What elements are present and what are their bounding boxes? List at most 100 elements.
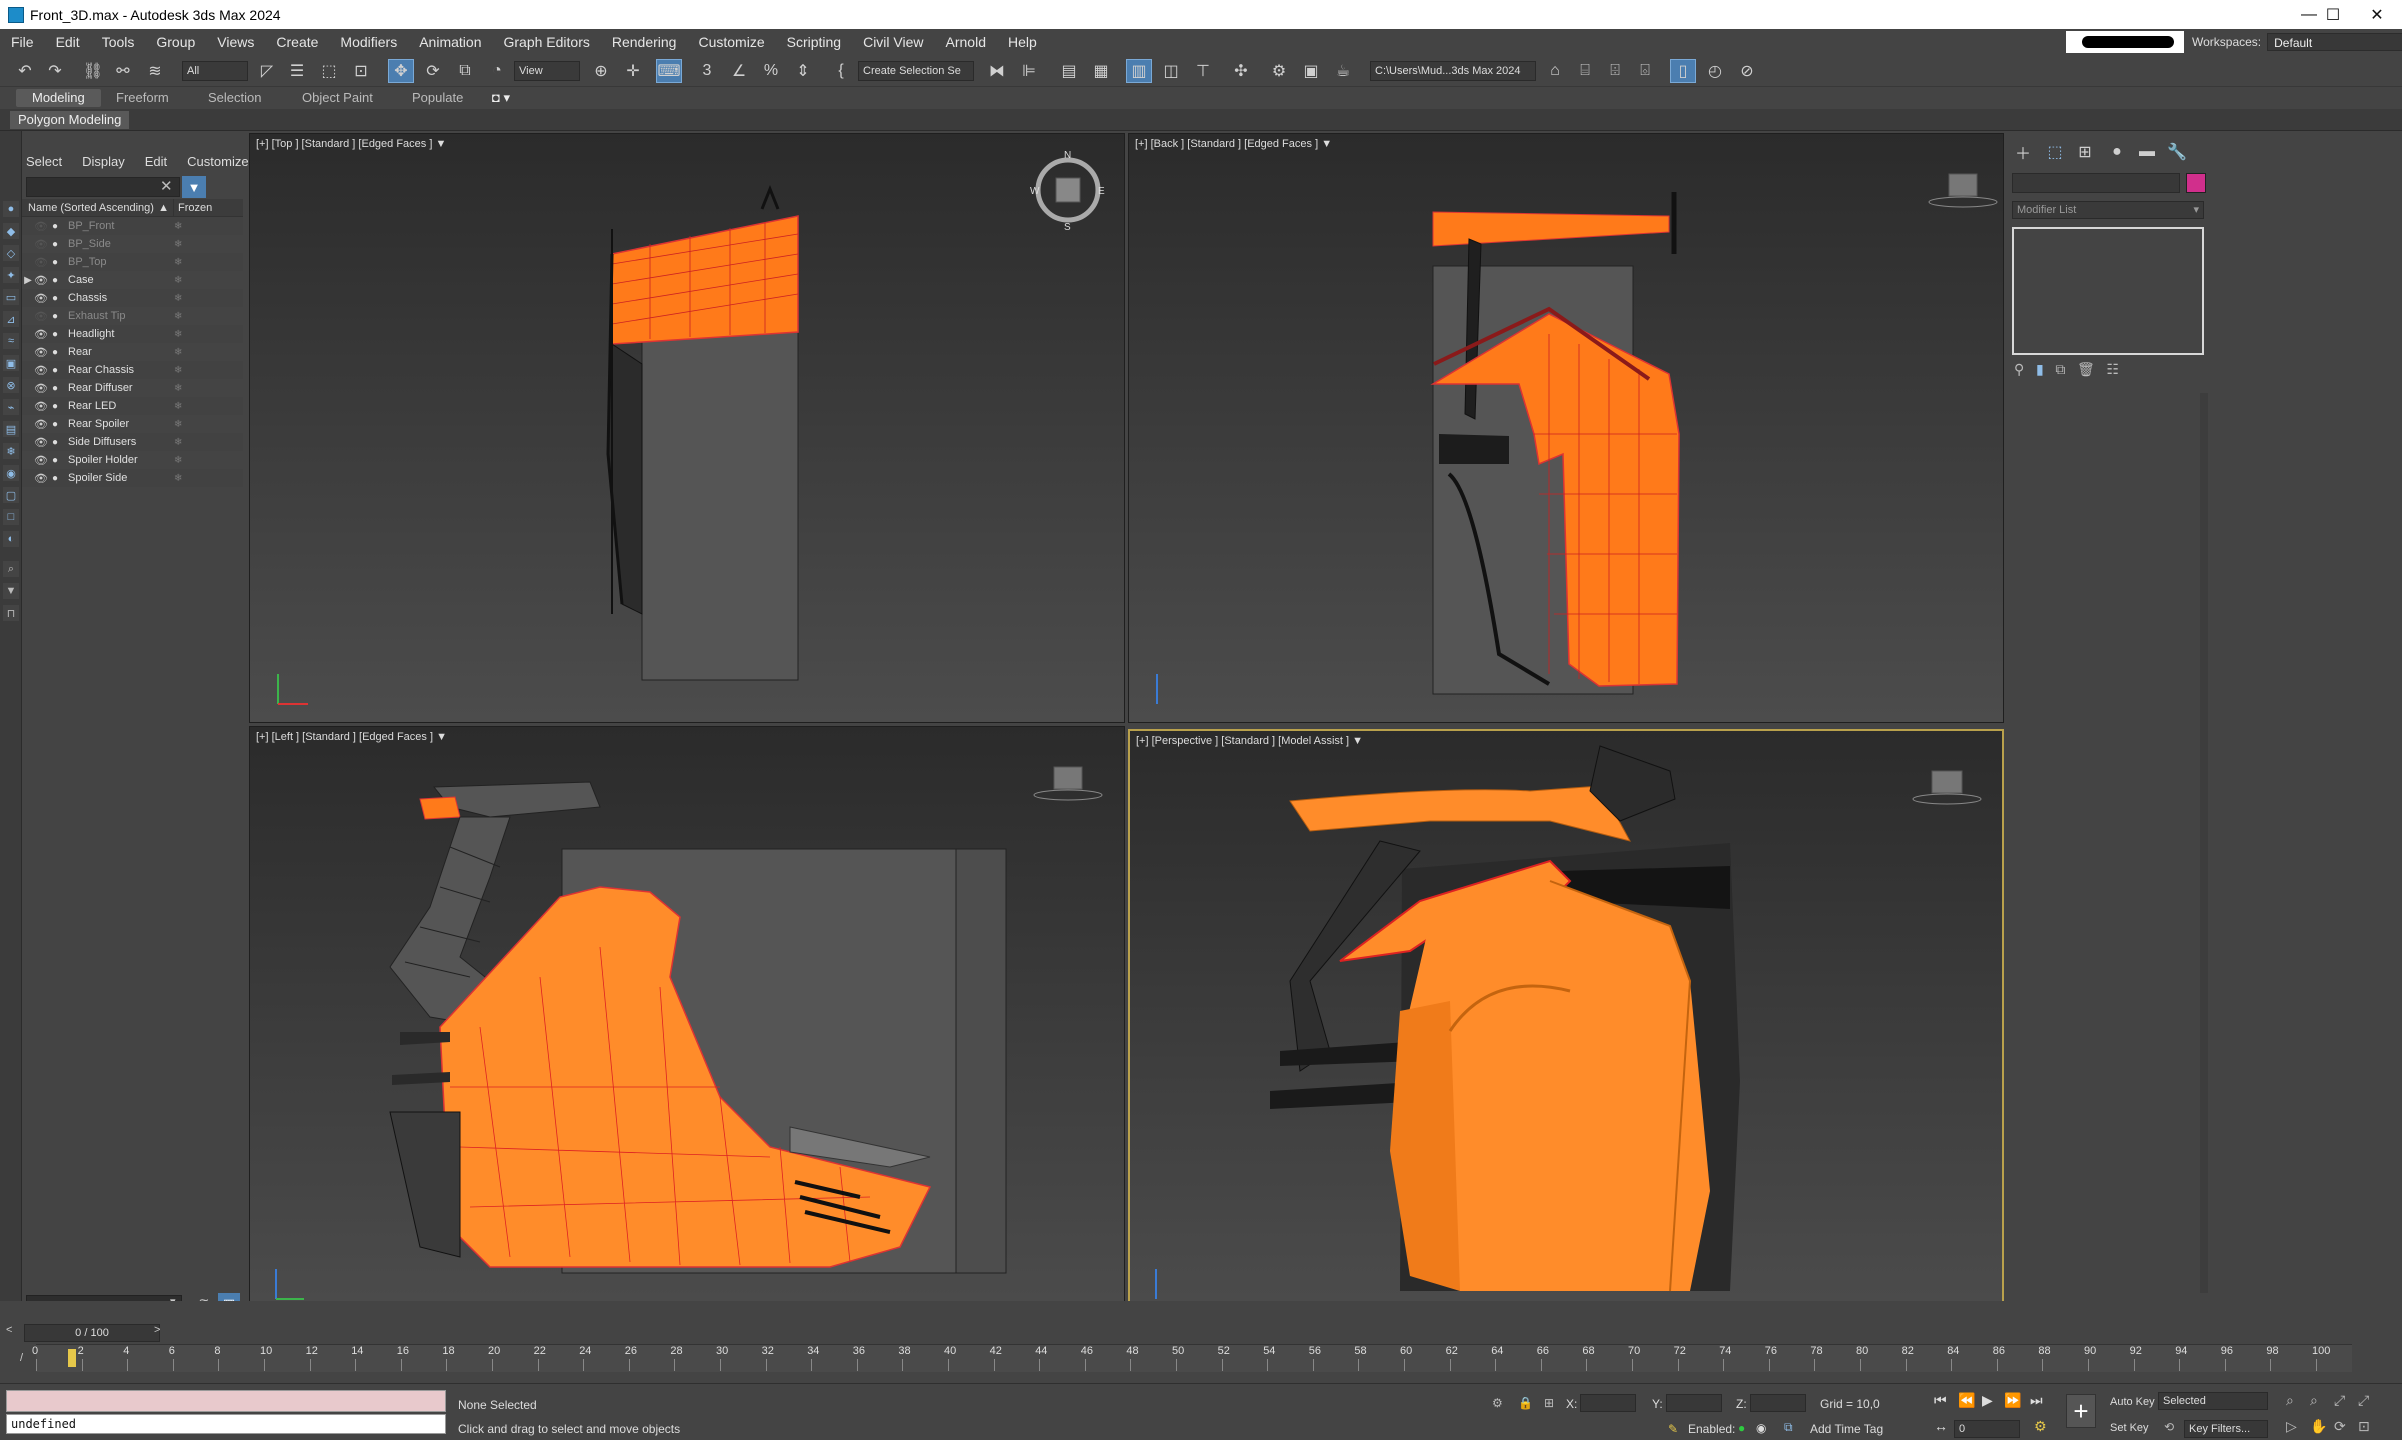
reference-coordinate-dropdown[interactable]: View (514, 61, 580, 81)
render-dot-icon[interactable]: ● (48, 455, 62, 466)
workspace-dropdown[interactable]: Default (2267, 33, 2402, 51)
set-key-button-icon[interactable]: + (2066, 1394, 2096, 1428)
absolute-mode-icon[interactable]: ⊞ (1544, 1396, 1554, 1410)
frozen-icon[interactable]: ❄ (174, 437, 182, 448)
visibility-eye-icon[interactable]: 👁 (34, 400, 48, 413)
angle-snap-icon[interactable]: ∠ (726, 59, 752, 83)
create-panel-icon[interactable]: ＋ (2012, 141, 2034, 163)
menu-civil-view[interactable]: Civil View (852, 34, 934, 50)
tab-edit[interactable]: Edit (145, 154, 167, 169)
key-mode-dropdown[interactable]: Selected (2158, 1392, 2268, 1410)
object-name-input[interactable] (2012, 173, 2180, 193)
frozen-icon[interactable]: ❄ (174, 221, 182, 232)
menu-create[interactable]: Create (265, 34, 329, 50)
find-icon[interactable]: ⌕ (3, 561, 19, 577)
goto-end-icon[interactable]: ⏭ (2030, 1392, 2043, 1409)
menu-customize[interactable]: Customize (687, 34, 775, 50)
frozen-icon[interactable]: ❄ (174, 383, 182, 394)
utilities-panel-icon[interactable]: 🔧 (2166, 141, 2188, 163)
ribbon-options-icon[interactable]: ◘ ▾ (476, 89, 526, 107)
visibility-eye-icon[interactable]: 👁 (34, 310, 48, 323)
modify-panel-icon[interactable]: ⬚ (2044, 141, 2066, 163)
visibility-eye-icon[interactable]: 👁 (34, 472, 48, 485)
visibility-eye-icon[interactable]: 👁 (34, 292, 48, 305)
display-xrefs-icon[interactable]: ⊗ (3, 377, 19, 393)
frozen-icon[interactable]: ❄ (174, 329, 182, 340)
list-item[interactable]: 👁 ● Rear Spoiler ❄ (22, 415, 243, 433)
snaps-toggle-icon[interactable]: 3 (694, 59, 720, 83)
show-end-result-icon[interactable]: ▮ (2036, 361, 2044, 377)
motion-panel-icon[interactable]: ● (2106, 141, 2128, 163)
tab-customize[interactable]: Customize (187, 154, 248, 169)
command-panel-scrollbar[interactable] (2200, 393, 2208, 1293)
menu-edit[interactable]: Edit (45, 34, 91, 50)
render-dot-icon[interactable]: ● (48, 437, 62, 448)
orbit-icon[interactable]: ⟳ (2334, 1418, 2346, 1435)
display-spacewarps-icon[interactable]: ≈ (3, 333, 19, 349)
frozen-icon[interactable]: ❄ (174, 347, 182, 358)
menu-group[interactable]: Group (145, 34, 206, 50)
remove-modifier-icon[interactable]: 🗑 (2077, 361, 2095, 377)
zoom-extents-all-icon[interactable]: ⤢ (2358, 1392, 2369, 1409)
add-time-tag[interactable]: Add Time Tag (1810, 1422, 1883, 1436)
viewport-perspective[interactable]: [+] [Perspective ] [Standard ] [Model As… (1128, 729, 2004, 1318)
menu-scripting[interactable]: Scripting (776, 34, 852, 50)
window-crossing-icon[interactable]: ⊡ (348, 59, 374, 83)
scene-search-input[interactable] (26, 177, 180, 197)
visibility-eye-icon[interactable]: 👁 (34, 220, 48, 233)
column-frozen[interactable]: Frozen (174, 199, 243, 216)
add-time-tag-icon[interactable]: ⧉ (1784, 1420, 1793, 1435)
render-dot-icon[interactable]: ● (48, 311, 62, 322)
render-setup-icon[interactable]: ⚙ (1266, 59, 1292, 83)
asset-tracking-icon[interactable]: ⌺ (1632, 59, 1658, 83)
time-slider-next-icon[interactable]: > (154, 1324, 160, 1336)
viewport-perspective-label[interactable]: [+] [Perspective ] [Standard ] [Model As… (1136, 735, 1363, 747)
menu-file[interactable]: File (0, 34, 45, 50)
object-color-swatch[interactable] (2186, 173, 2206, 193)
viewport-top[interactable]: N S E W [+] [Top ] [Standard ] [Edged Fa… (249, 133, 1125, 723)
account-redacted[interactable] (2066, 31, 2184, 53)
visibility-eye-icon[interactable]: 👁 (34, 256, 48, 269)
set-key-button[interactable]: Set Key (2110, 1422, 2149, 1434)
list-item[interactable]: 👁 ● Side Diffusers ❄ (22, 433, 243, 451)
list-item[interactable]: 👁 ● BP_Front ❄ (22, 217, 243, 235)
ribbon-tab-freeform[interactable]: Freeform (100, 89, 185, 107)
hierarchy-panel-icon[interactable]: ⊞ (2074, 141, 2096, 163)
save-file-icon[interactable]: ⌸ (1572, 59, 1598, 83)
y-coordinate-input[interactable] (1666, 1394, 1722, 1412)
viewport-left-label[interactable]: [+] [Left ] [Standard ] [Edged Faces ] ▼ (256, 731, 447, 743)
modifier-stack[interactable] (2012, 227, 2204, 355)
render-dot-icon[interactable]: ● (48, 401, 62, 412)
visibility-eye-icon[interactable]: 👁 (34, 346, 48, 359)
frozen-icon[interactable]: ❄ (174, 365, 182, 376)
time-slider-prev-icon[interactable]: < (6, 1324, 12, 1336)
mini-curve-editor-icon[interactable]: / (0, 1344, 36, 1372)
goto-start-icon[interactable]: ⏮ (1934, 1392, 1947, 1409)
frozen-icon[interactable]: ❄ (174, 401, 182, 412)
render-dot-icon[interactable]: ● (48, 221, 62, 232)
list-item[interactable]: 👁 ● Chassis ❄ (22, 289, 243, 307)
current-frame-input[interactable]: 0 (1954, 1420, 2020, 1438)
render-dot-icon[interactable]: ● (48, 329, 62, 340)
display-cameras-icon[interactable]: ▭ (3, 289, 19, 305)
maximize-viewport-icon[interactable]: ⊡ (2358, 1418, 2370, 1435)
viewport-left[interactable]: [+] [Left ] [Standard ] [Edged Faces ] ▼ (249, 726, 1125, 1318)
open-file-icon[interactable]: ⌂ (1542, 59, 1568, 83)
frozen-icon[interactable]: ❄ (174, 311, 182, 322)
material-editor-icon[interactable]: ✣ (1228, 59, 1254, 83)
ribbon-tab-populate[interactable]: Populate (396, 89, 479, 107)
list-item[interactable]: 👁 ● Headlight ❄ (22, 325, 243, 343)
selection-lock-icon[interactable]: 🔒 (1518, 1396, 1533, 1410)
tab-select[interactable]: Select (26, 154, 62, 169)
menu-animation[interactable]: Animation (408, 34, 492, 50)
help-search-icon[interactable]: ⊘ (1734, 59, 1760, 83)
render-dot-icon[interactable]: ● (48, 257, 62, 268)
rectangular-selection-icon[interactable]: ⬚ (316, 59, 342, 83)
display-shapes-icon[interactable]: ◇ (3, 245, 19, 261)
field-of-view-icon[interactable]: ▷ (2286, 1418, 2297, 1435)
visibility-eye-icon[interactable]: 👁 (34, 454, 48, 467)
maxscript-output[interactable]: undefined (6, 1414, 446, 1434)
list-item[interactable]: 👁 ● BP_Side ❄ (22, 235, 243, 253)
timeline-track[interactable]: 0 2 4 6 8 10 12 14 16 18 20 22 24 26 28 30 32 34 36 38 40 42 4… (32, 1344, 2352, 1372)
time-tag-icon[interactable]: ◉ (1756, 1421, 1766, 1435)
